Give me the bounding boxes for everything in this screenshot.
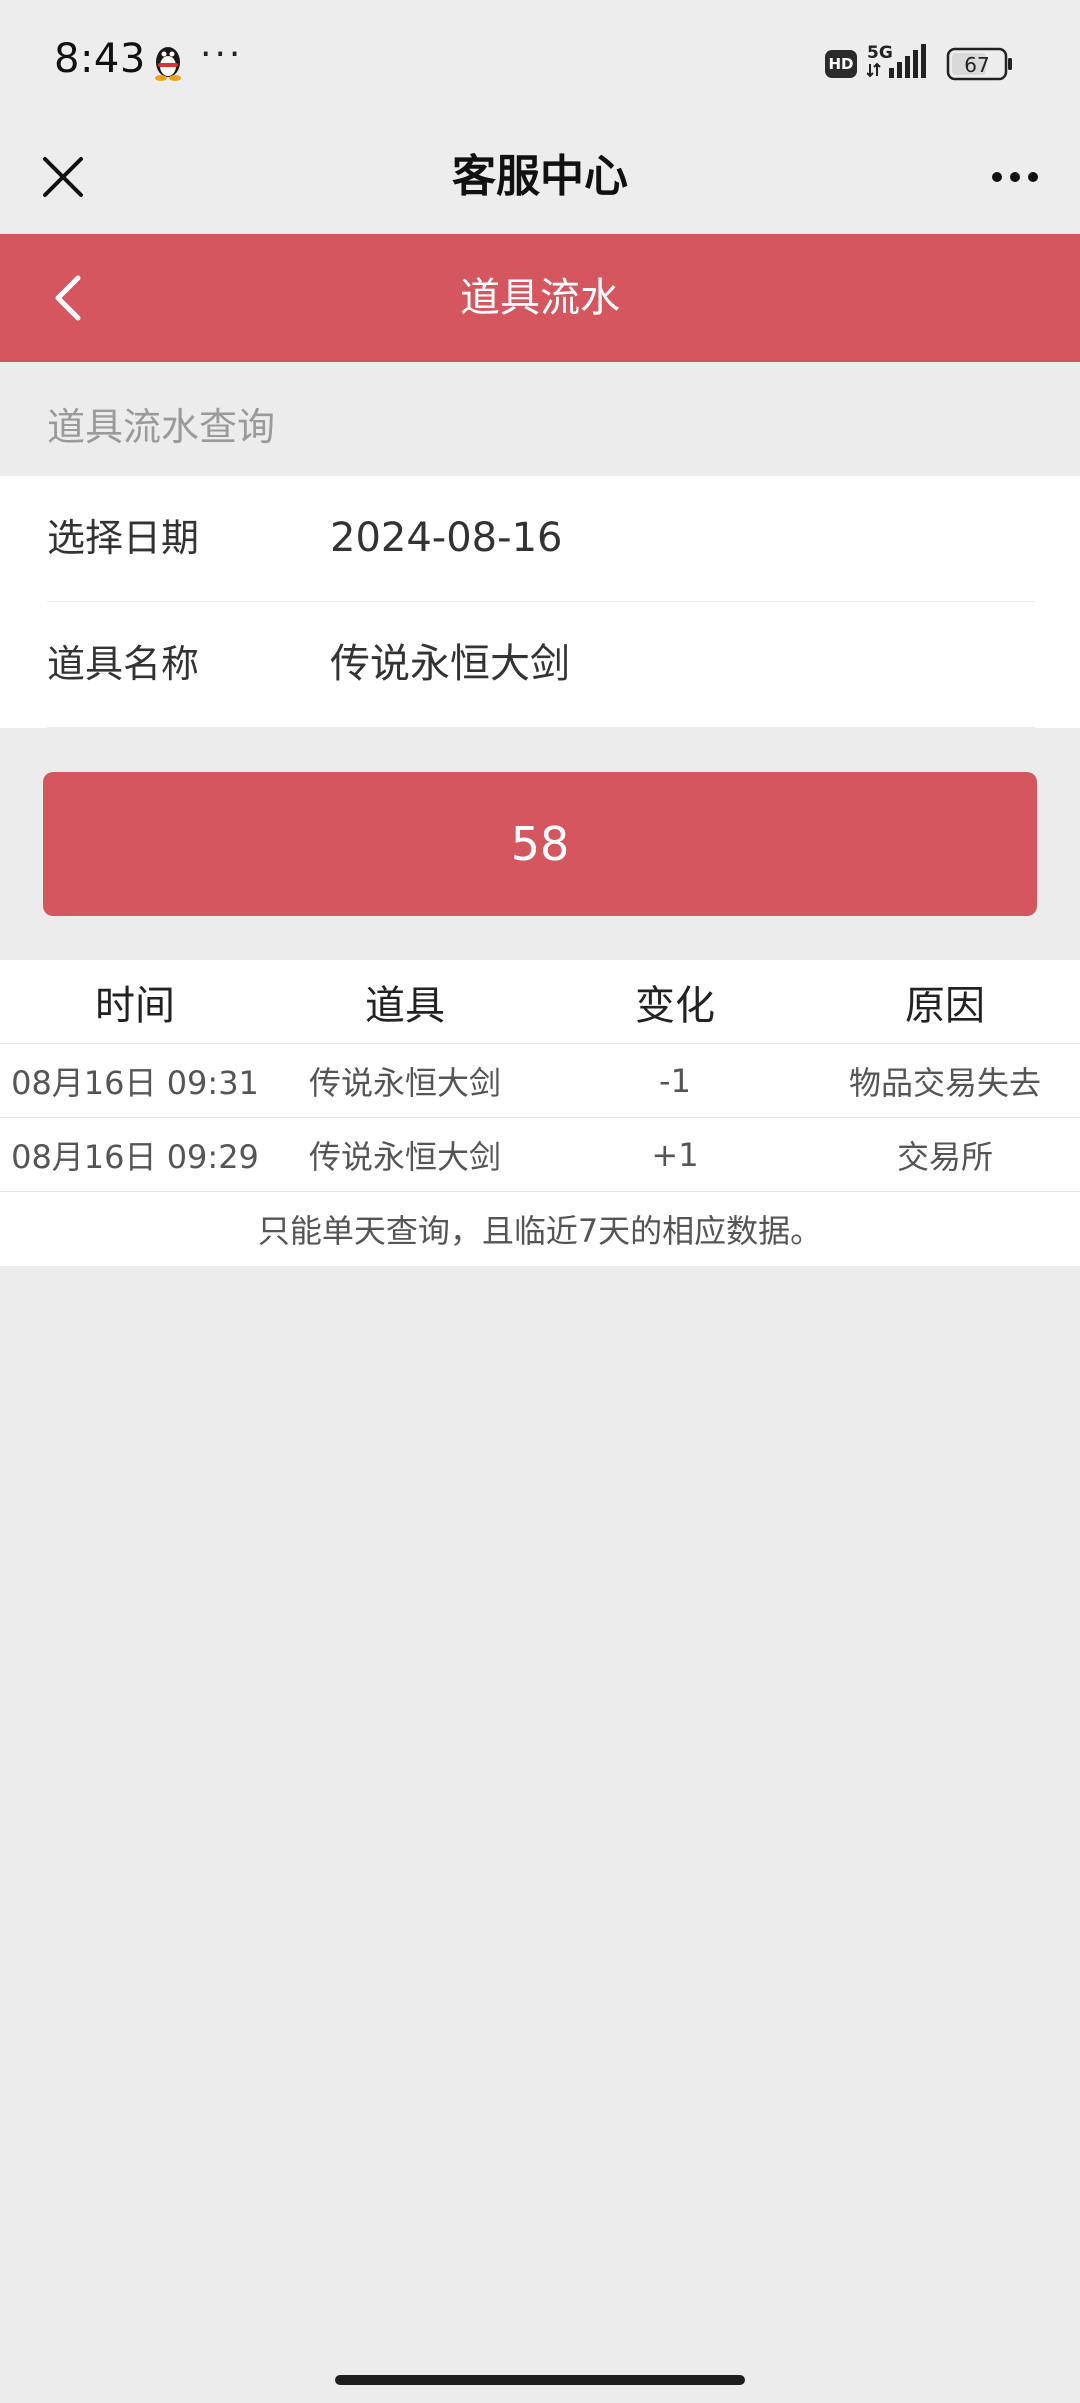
cell-time: 08月16日 09:31 — [11, 1063, 259, 1102]
column-header-reason: 原因 — [905, 982, 985, 1029]
status-time: 8:43 — [54, 36, 146, 82]
table-row: 08月16日 09:31 传说永恒大剑 -1 物品交易失去 — [0, 1044, 1080, 1118]
section-header: 道具流水 — [0, 234, 1080, 362]
table-header: 时间 道具 变化 原因 — [0, 960, 1080, 1044]
page-title: 客服中心 — [452, 151, 628, 202]
cell-reason: 物品交易失去 — [848, 1063, 1041, 1102]
column-header-change: 变化 — [635, 982, 715, 1029]
cell-change: +1 — [651, 1135, 699, 1174]
query-note: 只能单天查询，且临近7天的相应数据。 — [257, 1212, 823, 1250]
column-header-time: 时间 — [95, 982, 175, 1029]
records-table: 时间 道具 变化 原因 08月16日 09:31 传说永恒大剑 -1 物品交易失… — [0, 960, 1080, 1266]
section-label: 道具流水查询 — [47, 405, 276, 449]
cell-time: 08月16日 09:29 — [11, 1137, 259, 1176]
query-button[interactable]: 58 — [43, 772, 1037, 916]
item-name-field[interactable]: 传说永恒大剑 — [330, 602, 570, 727]
date-picker[interactable]: 2024-08-16 — [330, 476, 562, 601]
item-row[interactable]: 道具名称 传说永恒大剑 — [47, 602, 1035, 728]
status-more-indicator: ··· — [200, 34, 244, 75]
cell-change: -1 — [659, 1061, 691, 1100]
battery-icon: 67 — [946, 47, 1012, 81]
cell-item: 传说永恒大剑 — [308, 1063, 501, 1102]
item-label: 道具名称 — [47, 642, 200, 686]
more-dot-icon — [1028, 172, 1038, 182]
hd-badge: HD — [825, 50, 857, 78]
title-bar: 客服中心 — [0, 120, 1080, 234]
more-dot-icon — [992, 172, 1002, 182]
query-form: 选择日期 2024-08-16 道具名称 传说永恒大剑 — [0, 476, 1080, 728]
status-bar: 8:43 ··· HD 5G 67 — [0, 0, 1080, 120]
cell-item: 传说永恒大剑 — [308, 1137, 501, 1176]
signal-5g-icon: 5G — [867, 43, 926, 78]
network-label: 5G — [867, 43, 893, 63]
date-label: 选择日期 — [47, 516, 200, 560]
qq-penguin-icon — [155, 47, 181, 81]
more-dot-icon — [1010, 172, 1020, 182]
date-row[interactable]: 选择日期 2024-08-16 — [47, 476, 1035, 602]
cell-reason: 交易所 — [896, 1137, 993, 1176]
header-title: 道具流水 — [460, 275, 620, 321]
battery-level: 67 — [964, 53, 989, 77]
more-options-button[interactable] — [980, 142, 1050, 212]
home-indicator[interactable] — [335, 2375, 745, 2385]
table-row: 08月16日 09:29 传说永恒大剑 +1 交易所 — [0, 1118, 1080, 1192]
column-header-item: 道具 — [365, 982, 445, 1029]
